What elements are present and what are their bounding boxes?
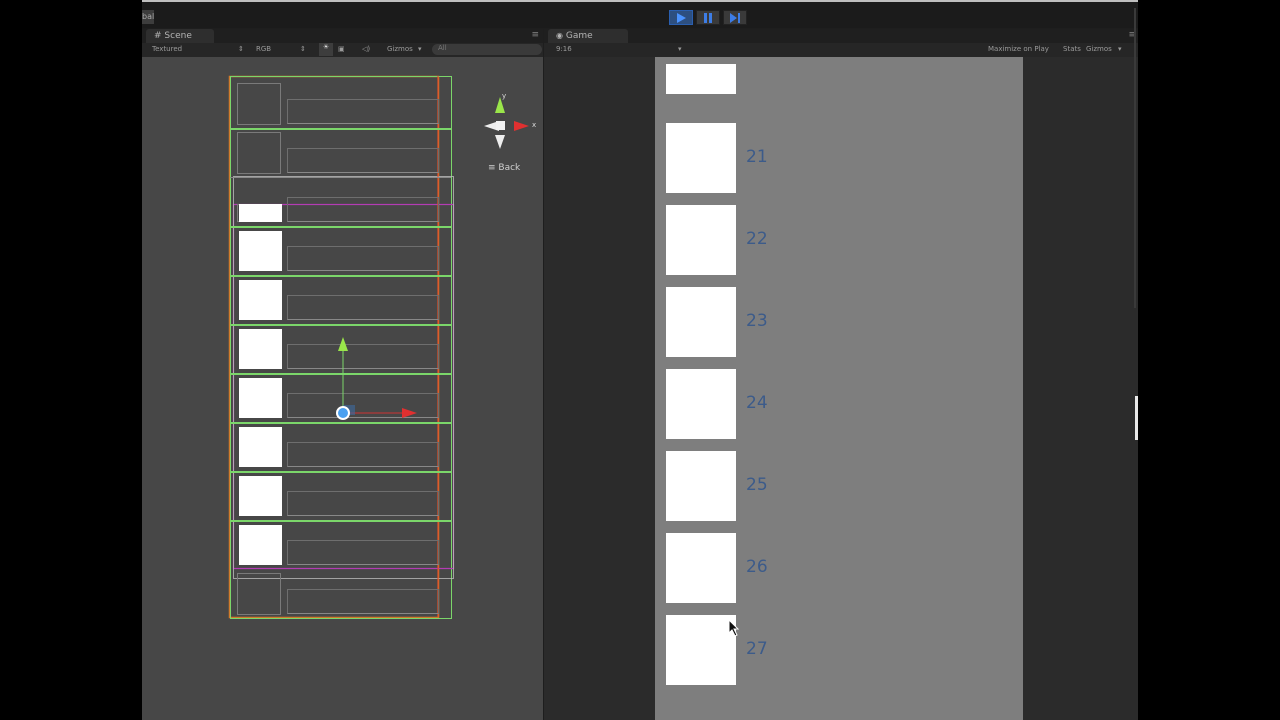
color-mode-chevron-icon: ⇕: [300, 45, 306, 53]
scene-lighting-icon[interactable]: ☀: [319, 43, 333, 56]
mouse-cursor-icon: [728, 619, 740, 637]
scene-row: [230, 569, 451, 615]
pause-icon: [704, 12, 712, 23]
list-item[interactable]: 24: [666, 369, 786, 439]
layout-dropdown[interactable]: bal: [142, 10, 154, 24]
gizmo-center-icon[interactable]: [496, 121, 505, 130]
render-mode-chevron-icon: ⇕: [238, 45, 244, 53]
pause-button[interactable]: [696, 10, 720, 25]
unity-editor-window: bal # Scene ≡ Textured ⇕ RGB ⇕ ☀ ▣ ◁) Gi: [142, 0, 1138, 720]
list-item[interactable]: 23: [666, 287, 786, 357]
item-number: 25: [746, 475, 768, 495]
scene-row: [230, 79, 451, 130]
scene-panel: # Scene ≡ Textured ⇕ RGB ⇕ ☀ ▣ ◁) Gizmos…: [142, 29, 543, 720]
game-controller-icon: ◉: [556, 31, 563, 40]
desktop-background: [1134, 0, 1280, 720]
game-controlbar: 9:16 ▾ Maximize on Play Stats Gizmos ▾: [544, 43, 1138, 58]
list-item[interactable]: 26: [666, 533, 786, 603]
list-item[interactable]: 22: [666, 205, 786, 275]
scene-row: [230, 471, 451, 522]
item-image: [666, 533, 736, 603]
render-mode-dropdown[interactable]: Textured: [152, 45, 182, 53]
tab-game[interactable]: ◉ Game: [548, 29, 628, 43]
item-image: [666, 451, 736, 521]
item-image: [666, 287, 736, 357]
gizmo-x-cone-icon[interactable]: [514, 121, 529, 131]
pivot-icon[interactable]: [336, 406, 350, 420]
game-tabbar: ◉ Game ≡: [544, 29, 1138, 43]
scene-search-placeholder: All: [438, 44, 447, 52]
step-icon: [730, 12, 740, 23]
item-number: 27: [746, 639, 768, 659]
play-icon: [677, 12, 686, 23]
item-number: 22: [746, 229, 768, 249]
orientation-text: Back: [498, 163, 521, 173]
list-item[interactable]: 25: [666, 451, 786, 521]
aspect-chevron-icon: ▾: [678, 45, 682, 53]
item-number: 26: [746, 557, 768, 577]
gizmo-x-label: x: [532, 121, 537, 129]
menu-lines-icon: ≡: [488, 163, 496, 173]
scene-row: [230, 520, 451, 566]
item-number: 21: [746, 147, 768, 167]
maximize-on-play-toggle[interactable]: Maximize on Play: [988, 45, 1049, 53]
audio-icon[interactable]: ◁): [362, 45, 370, 53]
x-arrow-icon[interactable]: [402, 408, 417, 418]
item-number: 24: [746, 393, 768, 413]
gizmo-down-cone-icon[interactable]: [495, 135, 505, 149]
y-arrow-icon[interactable]: [338, 337, 348, 351]
scene-viewport[interactable]: y x ≡ Back: [142, 57, 543, 720]
scene-row: [230, 275, 451, 326]
list-item[interactable]: 27: [666, 615, 786, 685]
aspect-dropdown[interactable]: 9:16: [556, 45, 572, 53]
scene-row: [230, 128, 451, 178]
item-number: 23: [746, 311, 768, 331]
scrollbar-track[interactable]: [1134, 8, 1136, 308]
gizmos-chevron-icon: ▾: [418, 45, 422, 53]
orientation-gizmo[interactable]: [480, 93, 540, 153]
play-button[interactable]: [669, 10, 693, 25]
tab-scene-label: Scene: [164, 31, 192, 41]
item-image: [666, 64, 736, 94]
move-tool-gizmo[interactable]: [322, 335, 422, 425]
game-gizmos-dropdown[interactable]: Gizmos: [1086, 45, 1112, 53]
list-item[interactable]: 21: [666, 123, 786, 193]
game-viewport[interactable]: 20 21 22 23 24: [544, 57, 1138, 720]
item-number: 20: [746, 57, 768, 60]
tab-game-label: Game: [565, 31, 593, 41]
grid-icon: #: [154, 31, 162, 41]
item-image: [666, 615, 736, 685]
scrollbar-thumb[interactable]: [1135, 396, 1138, 440]
step-button[interactable]: [723, 10, 747, 25]
scene-row: [230, 422, 451, 473]
game-panel: ◉ Game ≡ 9:16 ▾ Maximize on Play Stats G…: [544, 29, 1138, 720]
scene-row: [230, 226, 451, 277]
orientation-label[interactable]: ≡ Back: [488, 163, 520, 173]
gizmos-dropdown[interactable]: Gizmos: [387, 45, 413, 53]
scene-tabbar: # Scene ≡: [142, 29, 543, 43]
game-gizmos-chevron-icon: ▾: [1118, 45, 1122, 53]
scene-fx-icon[interactable]: ▣: [338, 45, 345, 53]
main-toolbar: bal: [142, 0, 1138, 28]
color-mode-dropdown[interactable]: RGB: [256, 45, 271, 53]
game-canvas[interactable]: 20 21 22 23 24: [655, 57, 1023, 720]
scene-row: [230, 177, 451, 228]
tab-scene[interactable]: # Scene: [146, 29, 214, 43]
scene-controlbar: Textured ⇕ RGB ⇕ ☀ ▣ ◁) Gizmos ▾ All: [142, 43, 543, 58]
stats-toggle[interactable]: Stats: [1063, 45, 1081, 53]
gizmo-y-label: y: [502, 92, 507, 100]
item-image: [666, 205, 736, 275]
item-image: [666, 123, 736, 193]
scene-search-input[interactable]: All: [432, 44, 542, 55]
panel-menu-icon[interactable]: ≡: [531, 30, 539, 40]
list-item[interactable]: 20: [666, 57, 786, 110]
item-image: [666, 369, 736, 439]
